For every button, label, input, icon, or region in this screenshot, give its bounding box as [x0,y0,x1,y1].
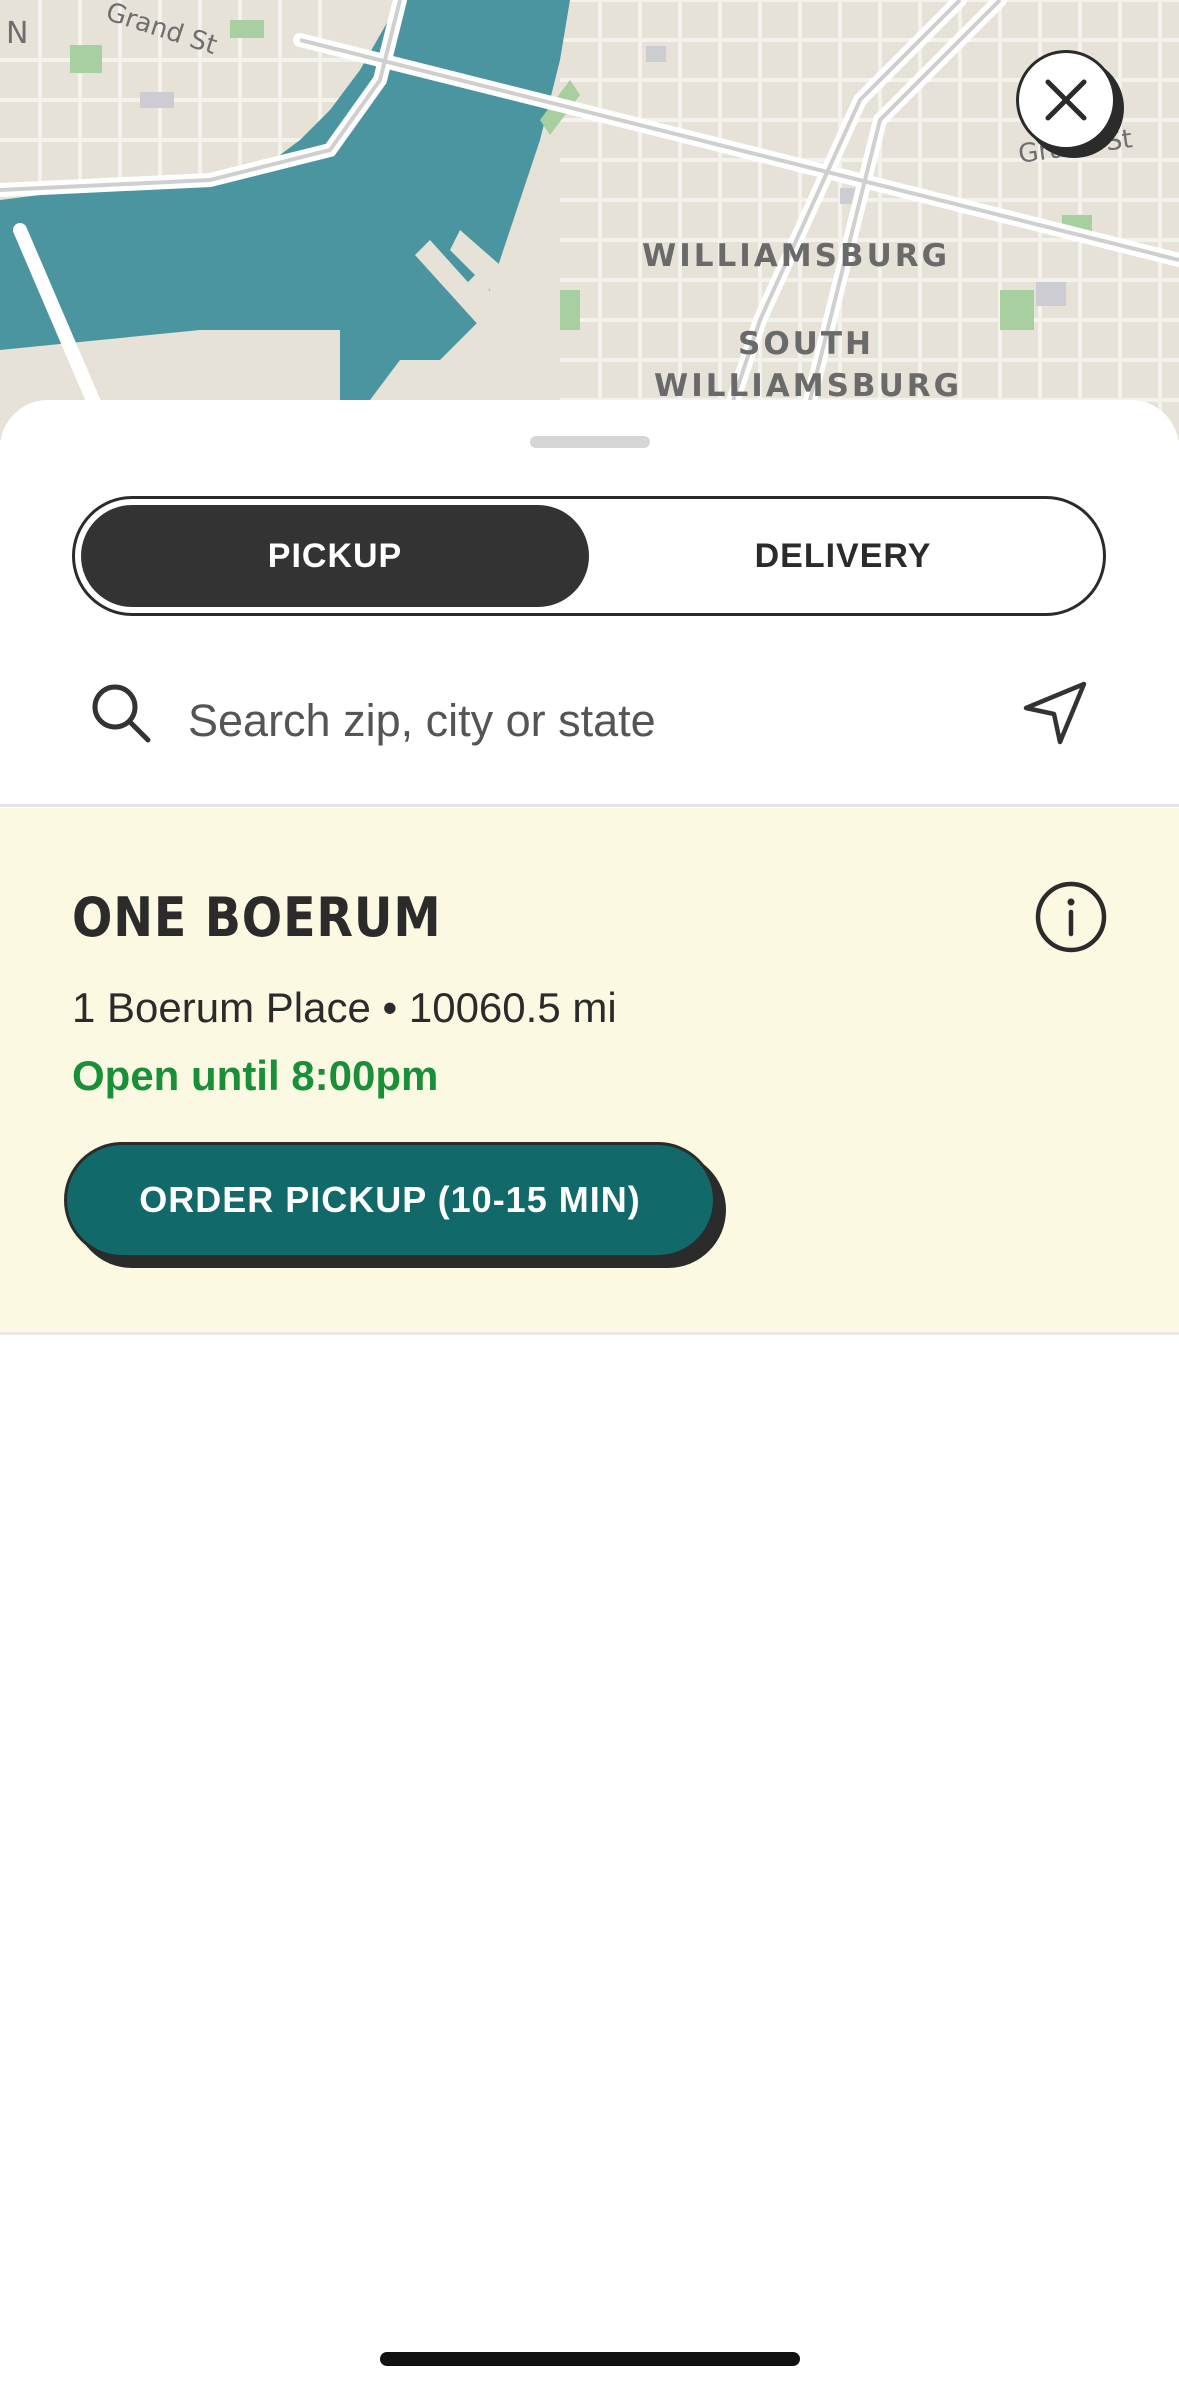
pickup-delivery-toggle: PICKUP DELIVERY [72,496,1106,616]
close-button[interactable] [1016,50,1116,150]
store-address: 1 Boerum Place • 10060.5 mi [72,984,617,1031]
sheet-drag-handle[interactable] [530,436,650,448]
store-card[interactable]: ONE BOERUM 1 Boerum Place • 10060.5 mi O… [0,808,1179,1332]
divider [0,1332,1179,1335]
bottom-sheet: PICKUP DELIVERY ONE BOERUM 1 Boerum Plac… [0,400,1179,2396]
store-name: ONE BOERUM [72,886,442,949]
store-hours: Open until 8:00pm [72,1052,439,1099]
search-input[interactable] [186,690,970,752]
map-label-edge: N [6,16,29,51]
map-label-south-williamsburg: WILLIAMSBURG [654,368,963,404]
delivery-tab[interactable]: DELIVERY [589,505,1097,607]
home-indicator [380,2352,800,2366]
search-row [0,650,1179,800]
pickup-tab[interactable]: PICKUP [81,505,589,607]
map-graphic [0,0,1179,440]
map-label-williamsburg: WILLIAMSBURG [642,238,951,274]
divider [0,804,1179,807]
info-icon[interactable] [1034,880,1108,954]
close-icon [1045,79,1087,121]
map-view[interactable]: Grand St Grand St N WILLIAMSBURG SOUTH W… [0,0,1179,440]
order-pickup-button[interactable]: ORDER PICKUP (10-15 MIN) [64,1142,716,1258]
location-arrow-icon[interactable] [1018,676,1092,750]
map-label-south: SOUTH [738,326,874,362]
search-icon [92,684,151,743]
